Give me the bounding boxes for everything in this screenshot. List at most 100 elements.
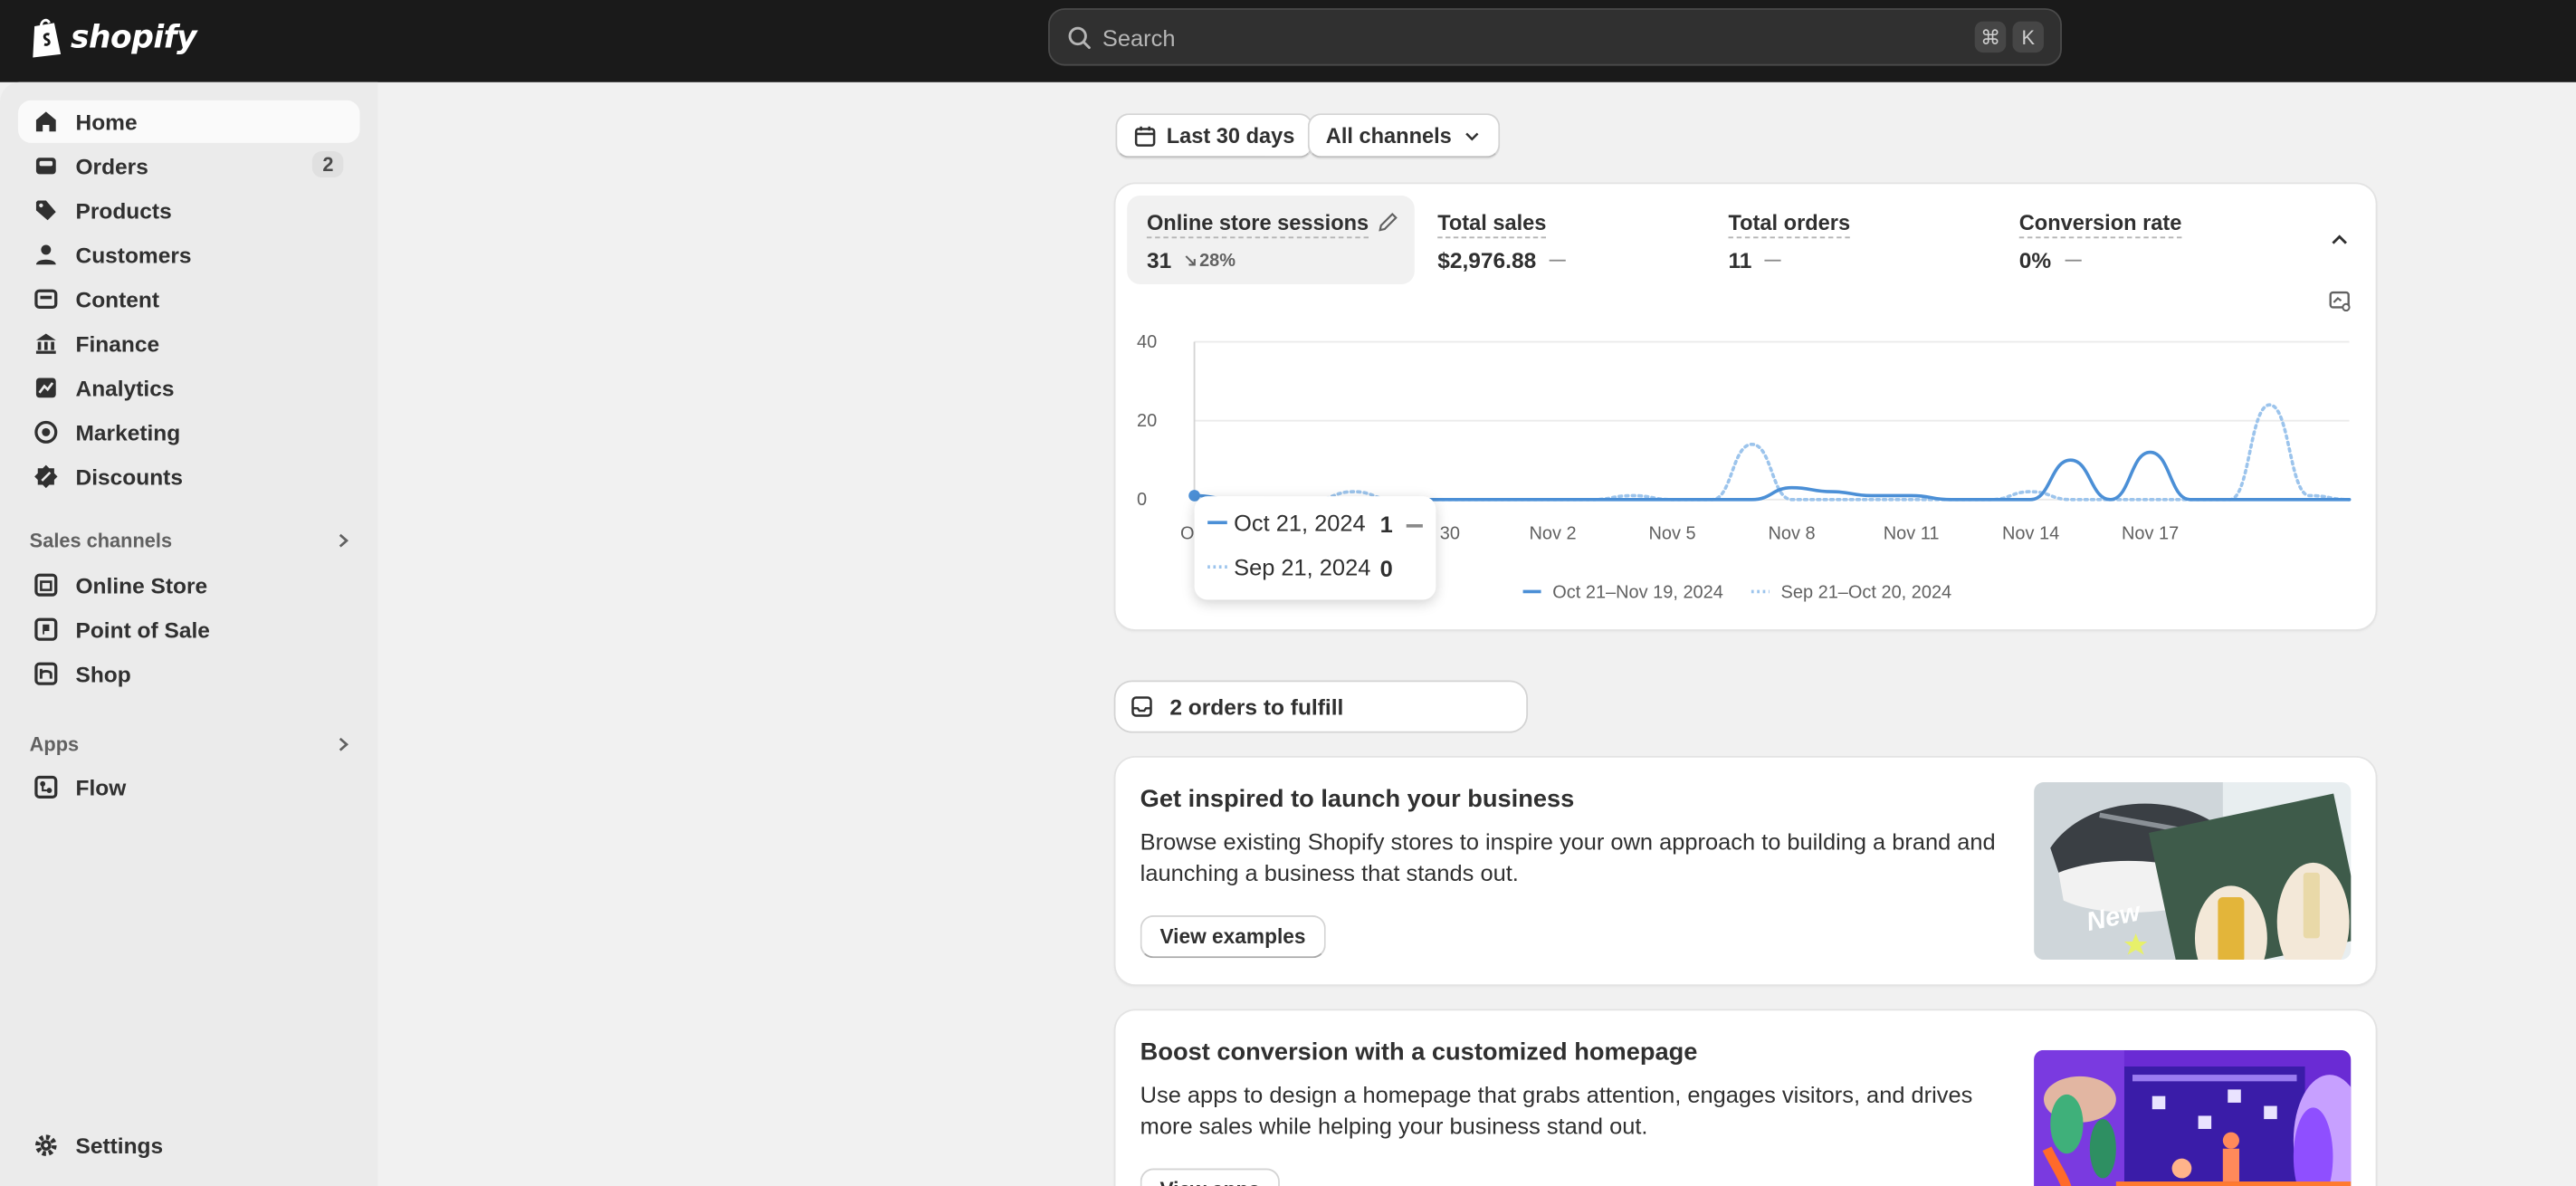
content-icon [34,289,58,310]
top-bar: shopify ⌘ K [0,0,2576,82]
search-input[interactable] [1102,24,1969,51]
apps-header[interactable]: Apps [30,733,358,756]
promo-card-inspiration: Get inspired to launch your business Bro… [1115,757,2376,985]
store-examples-graphic: New [2034,781,2352,961]
sales-channels-header[interactable]: Sales channels [29,529,358,552]
channels-label: All channels [1325,123,1452,148]
promo-title: Get inspired to launch your business [1140,785,1575,814]
sidebar-item-analytics[interactable]: Analytics [18,367,360,409]
sidebar-item-finance[interactable]: Finance [18,322,360,365]
shopify-logo[interactable]: shopify [30,16,197,58]
store-examples-illustration: New [2034,781,2352,961]
gear-icon [35,1134,57,1156]
promo-card-homepage: Boost conversion with a customized homep… [1115,1010,2376,1186]
pos-icon [34,617,58,641]
sidebar-item-label: Customers [75,242,192,267]
tooltip-value: 1 [1379,511,1393,538]
legend-label: Sep 21–Oct 20, 2024 [1781,583,1952,603]
tooltip-date: Sep 21, 2024 [1234,553,1371,580]
sidebar-item-label: Orders [75,153,148,178]
x-tick-label: Nov 11 [1884,523,1940,543]
sidebar-item-marketing[interactable]: Marketing [18,411,360,454]
shortcut-key-k: K [2012,21,2044,53]
sidebar-item-home[interactable]: Home [17,100,360,143]
sidebar-item-label: Marketing [75,419,181,445]
sidebar-item-flow[interactable]: Flow [18,766,360,808]
shopify-bag-icon [33,18,62,58]
analytics-card: Online store sessions 31 28% Total sales… [1115,184,2376,630]
orders-to-fulfill-button[interactable]: 2 orders to fulfill [1115,682,1527,732]
dotted-line-swatch [1207,565,1227,569]
main-content: Last 30 days All channels Online store s… [377,82,2576,1186]
sidebar-item-settings[interactable]: Settings [18,1124,360,1167]
sidebar-item-content[interactable]: Content [18,278,360,320]
legend-label: Oct 21–Nov 19, 2024 [1552,583,1723,603]
store-icon [34,573,58,597]
sidebar-item-products[interactable]: Products [18,189,360,232]
tooltip-value: 0 [1379,555,1393,582]
finance-icon [35,333,56,354]
analytics-icon [35,378,56,398]
homepage-graphic [2034,1049,2352,1186]
y-tick-label: 0 [1137,490,1147,510]
sidebar-item-label: Shop [75,661,131,686]
calendar-icon [1134,125,1156,146]
solid-line-swatch [1207,521,1227,525]
orders-to-fulfill-label: 2 orders to fulfill [1169,693,1344,720]
chevron-right-icon [339,533,349,548]
app-root: shopify ⌘ K Home Orders 2 Products [0,0,2576,1186]
tooltip-change-dash [1406,524,1423,527]
sidebar-item-label: Settings [75,1133,164,1158]
shortcut-key-cmd: ⌘ [1974,21,2007,53]
tooltip-date: Oct 21, 2024 [1234,509,1366,536]
sidebar-item-label: Point of Sale [75,617,210,642]
x-tick-label: Nov 5 [1649,523,1696,543]
orders-count-badge: 2 [312,150,344,178]
promo-title: Boost conversion with a customized homep… [1140,1038,1698,1066]
target-icon [34,420,58,444]
x-tick-label: Nov 2 [1530,523,1577,543]
x-tick-label: Nov 17 [2122,523,2179,543]
x-tick-label: Nov 8 [1769,523,1816,543]
brand-name: shopify [71,18,197,55]
sidebar-item-label: Flow [75,774,127,800]
view-examples-button[interactable]: View examples [1140,915,1326,959]
sidebar-item-label: Online Store [75,572,208,598]
tag-icon [35,200,56,221]
sidebar-item-customers[interactable]: Customers [18,234,360,276]
sidebar: Home Orders 2 Products Customers Content… [0,81,378,1186]
x-tick-label: Nov 14 [2002,523,2059,543]
sidebar-item-online-store[interactable]: Online Store [18,564,360,607]
sidebar-item-label: Products [75,197,172,223]
chart-tooltip: Oct 21, 2024 1 Sep 21, 2024 0 [1194,496,1436,600]
sidebar-item-shop[interactable]: Shop [18,653,360,695]
chevron-right-icon [339,737,349,751]
sales-channels-label: Sales channels [29,529,173,552]
sidebar-item-discounts[interactable]: Discounts [18,455,360,498]
sidebar-item-label: Finance [75,330,160,356]
sidebar-item-label: Content [75,286,160,311]
sidebar-item-label: Discounts [75,464,183,489]
search-bar[interactable]: ⌘ K [1048,8,2062,66]
person-icon [35,244,56,265]
discount-icon [34,464,58,489]
view-apps-button[interactable]: View apps [1140,1168,1280,1186]
date-range-button[interactable]: Last 30 days [1115,113,1313,158]
sidebar-item-orders[interactable]: Orders 2 [18,145,360,187]
tooltip-row-previous: Sep 21, 2024 [1207,554,1370,580]
inbox-icon [1131,696,1152,717]
homepage-illustration [2034,1049,2352,1186]
date-range-label: Last 30 days [1166,123,1295,148]
chevron-down-icon [1465,131,1478,140]
y-tick-label: 40 [1137,332,1157,352]
sidebar-item-label: Home [75,109,138,134]
channels-select[interactable]: All channels [1307,113,1500,158]
apps-label: Apps [29,732,80,756]
promo-body: Use apps to design a homepage that grabs… [1140,1081,1973,1139]
sidebar-item-point-of-sale[interactable]: Point of Sale [18,608,360,651]
y-tick-label: 20 [1137,411,1157,431]
promo-body: Browse existing Shopify stores to inspir… [1140,827,1996,886]
orders-icon [35,158,56,175]
sidebar-item-label: Analytics [75,375,175,400]
search-icon [1068,25,1091,49]
